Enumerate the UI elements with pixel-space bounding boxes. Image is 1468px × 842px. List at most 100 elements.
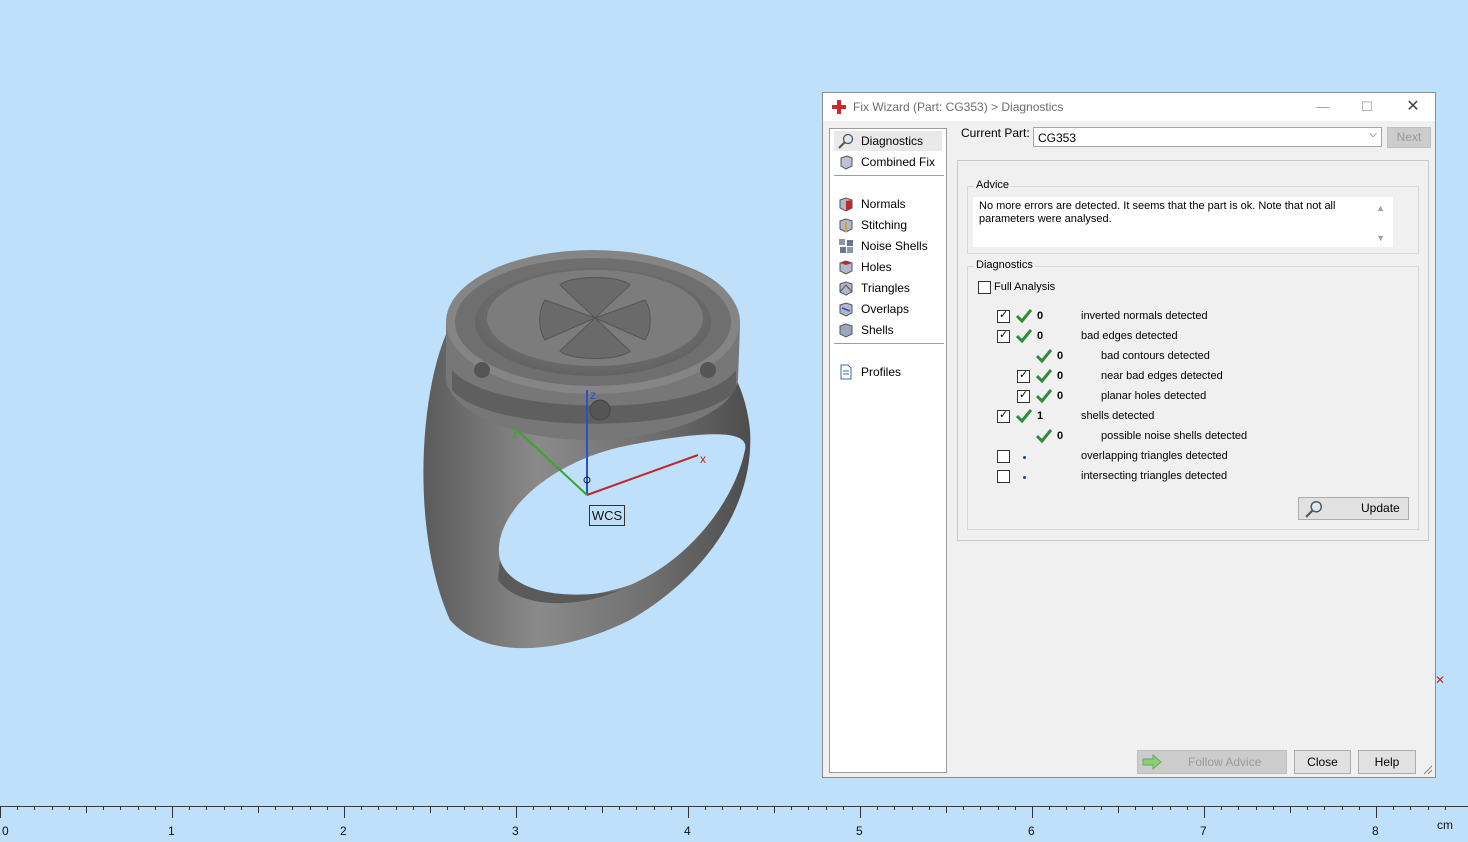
ruler-label-4: 4 xyxy=(684,824,691,838)
dialog-title: Fix Wizard (Part: CG353) > Diagnostics xyxy=(853,100,1064,114)
red-cross-icon xyxy=(832,100,846,114)
label-bad-edges: bad edges detected xyxy=(1081,330,1178,342)
count-bad-contours: 0 xyxy=(1057,350,1064,362)
nav-item-holes[interactable]: Holes xyxy=(834,257,942,277)
update-button[interactable]: Update xyxy=(1298,497,1409,520)
follow-advice-label: Follow Advice xyxy=(1188,755,1262,769)
checkbox-near-bad-edges[interactable]: ✓ xyxy=(1017,369,1030,383)
dialog-titlebar[interactable]: Fix Wizard (Part: CG353) > Diagnostics —… xyxy=(823,93,1435,121)
nav-item-noise-shells[interactable]: Noise Shells xyxy=(834,236,942,256)
check-icon xyxy=(1016,309,1032,324)
ruler-label-3: 3 xyxy=(512,824,519,838)
nav-item-normals[interactable]: Normals xyxy=(834,194,942,214)
check-icon xyxy=(1036,349,1052,364)
label-overlapping-triangles: overlapping triangles detected xyxy=(1081,450,1228,462)
triangles-cube-icon xyxy=(839,281,853,296)
ring-model[interactable] xyxy=(400,230,770,660)
wcs-label: WCS xyxy=(589,505,625,526)
full-analysis-checkbox[interactable] xyxy=(978,281,991,294)
nav-item-triangles[interactable]: Triangles xyxy=(834,278,942,298)
current-part-value: CG353 xyxy=(1038,131,1077,145)
count-near-bad-edges: 0 xyxy=(1057,370,1064,382)
noise-shells-icon xyxy=(839,239,853,253)
check-icon xyxy=(1016,329,1032,344)
wizard-nav: Diagnostics Combined Fix Normals Stitchi… xyxy=(829,128,947,773)
current-part-select[interactable]: CG353 ⌵ xyxy=(1033,127,1382,147)
axis-y-label: y xyxy=(512,424,518,438)
magnifier-icon xyxy=(838,133,854,149)
nav-item-combined-fix[interactable]: Combined Fix xyxy=(834,152,942,172)
checkbox-bad-edges[interactable]: ✓ xyxy=(997,329,1010,343)
check-icon xyxy=(1016,409,1032,424)
arrow-right-icon xyxy=(1142,754,1162,770)
close-button[interactable]: Close xyxy=(1294,750,1351,774)
nav-item-stitching[interactable]: Stitching xyxy=(834,215,942,235)
resize-grip-icon[interactable] xyxy=(1423,765,1433,775)
label-planar-holes: planar holes detected xyxy=(1101,390,1207,402)
ruler-unit: cm xyxy=(1437,818,1453,832)
nav-item-overlaps[interactable]: Overlaps xyxy=(834,299,942,319)
maximize-button[interactable]: ☐ xyxy=(1351,97,1383,117)
help-button[interactable]: Help xyxy=(1358,750,1416,774)
ruler-label-7: 7 xyxy=(1200,824,1207,838)
diagnostics-title: Diagnostics xyxy=(974,259,1035,271)
checkbox-shells[interactable]: ✓ xyxy=(997,409,1010,423)
axis-z-label: z xyxy=(590,388,596,402)
count-bad-edges: 0 xyxy=(1037,330,1044,342)
ruler-label-0: 0 xyxy=(2,824,9,838)
current-part-label: Current Part: xyxy=(961,126,1030,140)
advice-text: No more errors are detected. It seems th… xyxy=(979,200,1336,225)
update-label: Update xyxy=(1361,501,1400,515)
cube-icon xyxy=(840,155,853,170)
advice-group: Advice No more errors are detected. It s… xyxy=(967,179,1419,254)
minimize-button[interactable]: — xyxy=(1307,97,1339,117)
diagnostics-panel: Advice No more errors are detected. It s… xyxy=(957,160,1429,541)
chevron-down-icon: ⌵ xyxy=(1369,129,1377,140)
advice-title: Advice xyxy=(974,179,1012,191)
label-intersecting-triangles: intersecting triangles detected xyxy=(1081,470,1228,482)
check-icon xyxy=(1036,429,1052,444)
axis-x-label: x xyxy=(700,452,706,466)
nav-item-shells[interactable]: Shells xyxy=(834,320,942,340)
ruler-label-1: 1 xyxy=(168,824,175,838)
close-window-button[interactable]: ✕ xyxy=(1397,97,1429,117)
label-bad-contours: bad contours detected xyxy=(1101,350,1210,362)
checkbox-planar-holes[interactable]: ✓ xyxy=(1017,389,1030,403)
label-near-bad-edges: near bad edges detected xyxy=(1101,370,1223,382)
document-icon xyxy=(840,364,852,380)
check-icon xyxy=(1036,369,1052,384)
normals-cube-icon xyxy=(839,197,853,212)
count-inverted-normals: 0 xyxy=(1037,310,1044,322)
advice-textbox[interactable]: No more errors are detected. It seems th… xyxy=(973,197,1393,247)
next-button[interactable]: Next xyxy=(1387,127,1431,148)
count-planar-holes: 0 xyxy=(1057,390,1064,402)
checkbox-intersecting-triangles[interactable] xyxy=(997,470,1010,483)
checkbox-inverted-normals[interactable]: ✓ xyxy=(997,309,1010,323)
follow-advice-button[interactable]: Follow Advice xyxy=(1137,750,1287,774)
ruler-label-8: 8 xyxy=(1372,824,1379,838)
ruler: 0 1 2 3 4 5 6 7 8 cm xyxy=(0,800,1468,842)
count-noise-shells: 0 xyxy=(1057,430,1064,442)
pending-dot-icon xyxy=(1023,476,1026,479)
full-analysis-label: Full Analysis xyxy=(994,281,1056,293)
red-x-marker-icon: ✕ xyxy=(1435,673,1446,687)
label-inverted-normals: inverted normals detected xyxy=(1081,310,1208,322)
holes-cube-icon xyxy=(839,260,853,275)
label-shells: shells detected xyxy=(1081,410,1155,422)
scroll-up-icon[interactable]: ▲ xyxy=(1376,203,1385,213)
ruler-label-6: 6 xyxy=(1028,824,1035,838)
scroll-down-icon[interactable]: ▼ xyxy=(1376,233,1385,243)
shells-cube-icon xyxy=(839,323,853,338)
nav-item-diagnostics[interactable]: Diagnostics xyxy=(834,131,942,151)
pending-dot-icon xyxy=(1023,456,1026,459)
fix-wizard-dialog: Fix Wizard (Part: CG353) > Diagnostics —… xyxy=(822,92,1436,778)
ruler-ticks xyxy=(0,806,1446,818)
label-noise-shells: possible noise shells detected xyxy=(1101,430,1248,442)
nav-item-profiles[interactable]: Profiles xyxy=(834,362,942,382)
check-icon xyxy=(1036,389,1052,404)
nav-separator xyxy=(834,175,944,176)
stitching-cube-icon xyxy=(839,218,853,233)
overlaps-cube-icon xyxy=(839,302,853,317)
diagnostics-group: Diagnostics Full Analysis ✓ 0 inverted n… xyxy=(967,259,1419,530)
checkbox-overlapping-triangles[interactable] xyxy=(997,450,1010,463)
